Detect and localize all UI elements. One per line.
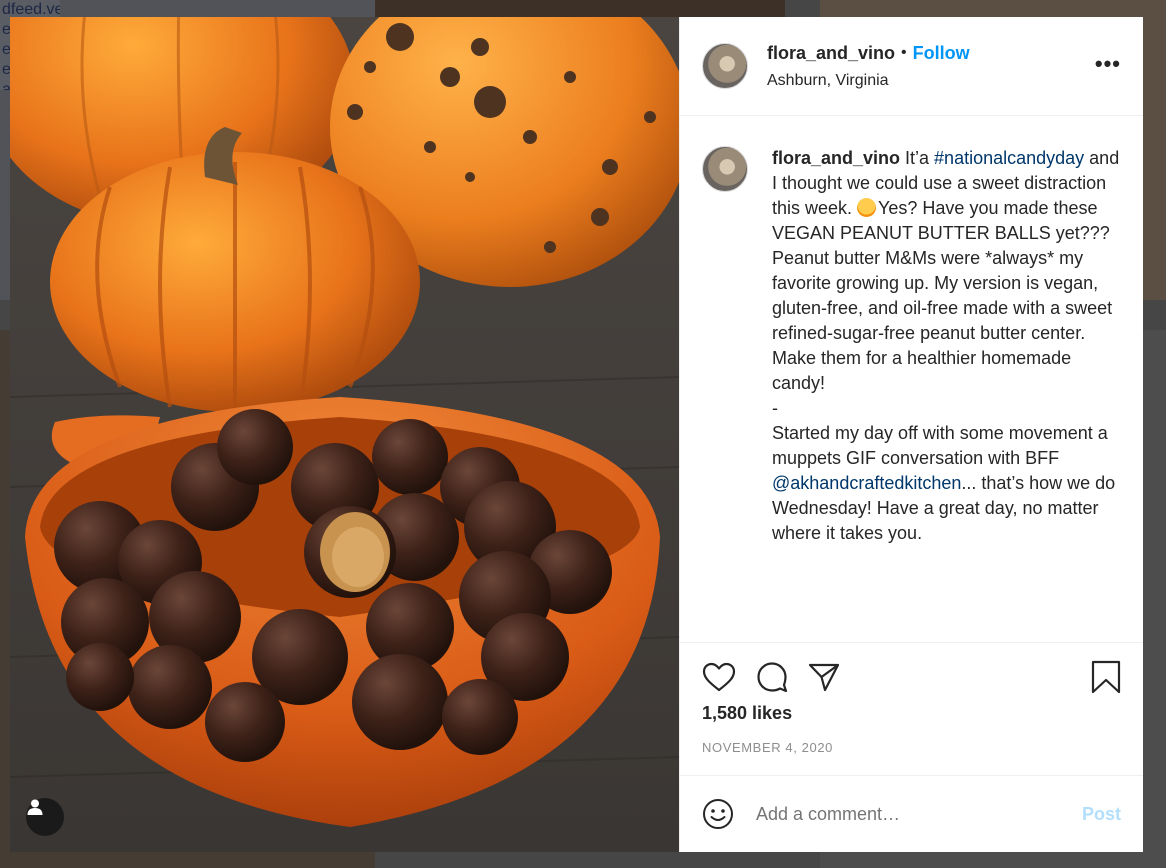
caption-dash: - bbox=[772, 398, 778, 418]
post-image[interactable] bbox=[10, 17, 679, 852]
post-actions: 1,580 likes NOVEMBER 4, 2020 bbox=[680, 643, 1143, 776]
caption-section: flora_and_vino It’a #nationalcandyday an… bbox=[680, 116, 1143, 643]
user-icon bbox=[27, 799, 43, 815]
mention-link[interactable]: @akhandcraftedkitchen bbox=[772, 473, 961, 493]
hashtag-link[interactable]: #nationalcandyday bbox=[934, 148, 1084, 168]
comment-icon bbox=[757, 662, 788, 693]
post-date[interactable]: NOVEMBER 4, 2020 bbox=[702, 740, 1121, 755]
caption-text-part: Yes? Have you made these VEGAN PEANUT BU… bbox=[772, 198, 1113, 393]
smiling-face-emoji-icon bbox=[857, 198, 877, 217]
tagged-user-button[interactable] bbox=[26, 798, 64, 836]
likes-count[interactable]: 1,580 likes bbox=[702, 703, 1121, 724]
post-comment-button[interactable]: Post bbox=[1082, 804, 1121, 825]
save-button[interactable] bbox=[1091, 660, 1121, 694]
caption-username-link[interactable]: flora_and_vino bbox=[772, 148, 900, 168]
caption-text-part: Started my day off with some movement a … bbox=[772, 423, 1108, 468]
post-header: flora_and_vino • Follow Ashburn, Virgini… bbox=[680, 17, 1143, 116]
comment-input[interactable] bbox=[756, 803, 1082, 825]
bookmark-icon bbox=[1091, 660, 1121, 694]
smiley-icon bbox=[703, 799, 733, 829]
comment-bar: Post bbox=[680, 776, 1143, 852]
caption-text: flora_and_vino It’a #nationalcandyday an… bbox=[772, 146, 1127, 642]
follow-button[interactable]: Follow bbox=[913, 43, 970, 64]
paper-plane-icon bbox=[808, 663, 840, 692]
username-link[interactable]: flora_and_vino bbox=[767, 43, 895, 64]
avatar[interactable] bbox=[702, 146, 748, 192]
like-button[interactable] bbox=[702, 662, 736, 692]
emoji-button[interactable] bbox=[702, 798, 734, 830]
comment-button[interactable] bbox=[756, 661, 788, 693]
more-options-button[interactable]: ••• bbox=[1095, 51, 1121, 77]
separator-dot: • bbox=[901, 44, 907, 61]
location-link[interactable]: Ashburn, Virginia bbox=[767, 72, 1095, 90]
post-details-panel: flora_and_vino • Follow Ashburn, Virgini… bbox=[679, 17, 1143, 852]
share-button[interactable] bbox=[808, 662, 840, 692]
avatar[interactable] bbox=[702, 43, 748, 89]
heart-icon bbox=[702, 662, 736, 692]
post-modal: flora_and_vino • Follow Ashburn, Virgini… bbox=[10, 17, 1143, 852]
post-image-graphic bbox=[10, 17, 679, 852]
caption-text-part: It’a bbox=[900, 148, 935, 168]
